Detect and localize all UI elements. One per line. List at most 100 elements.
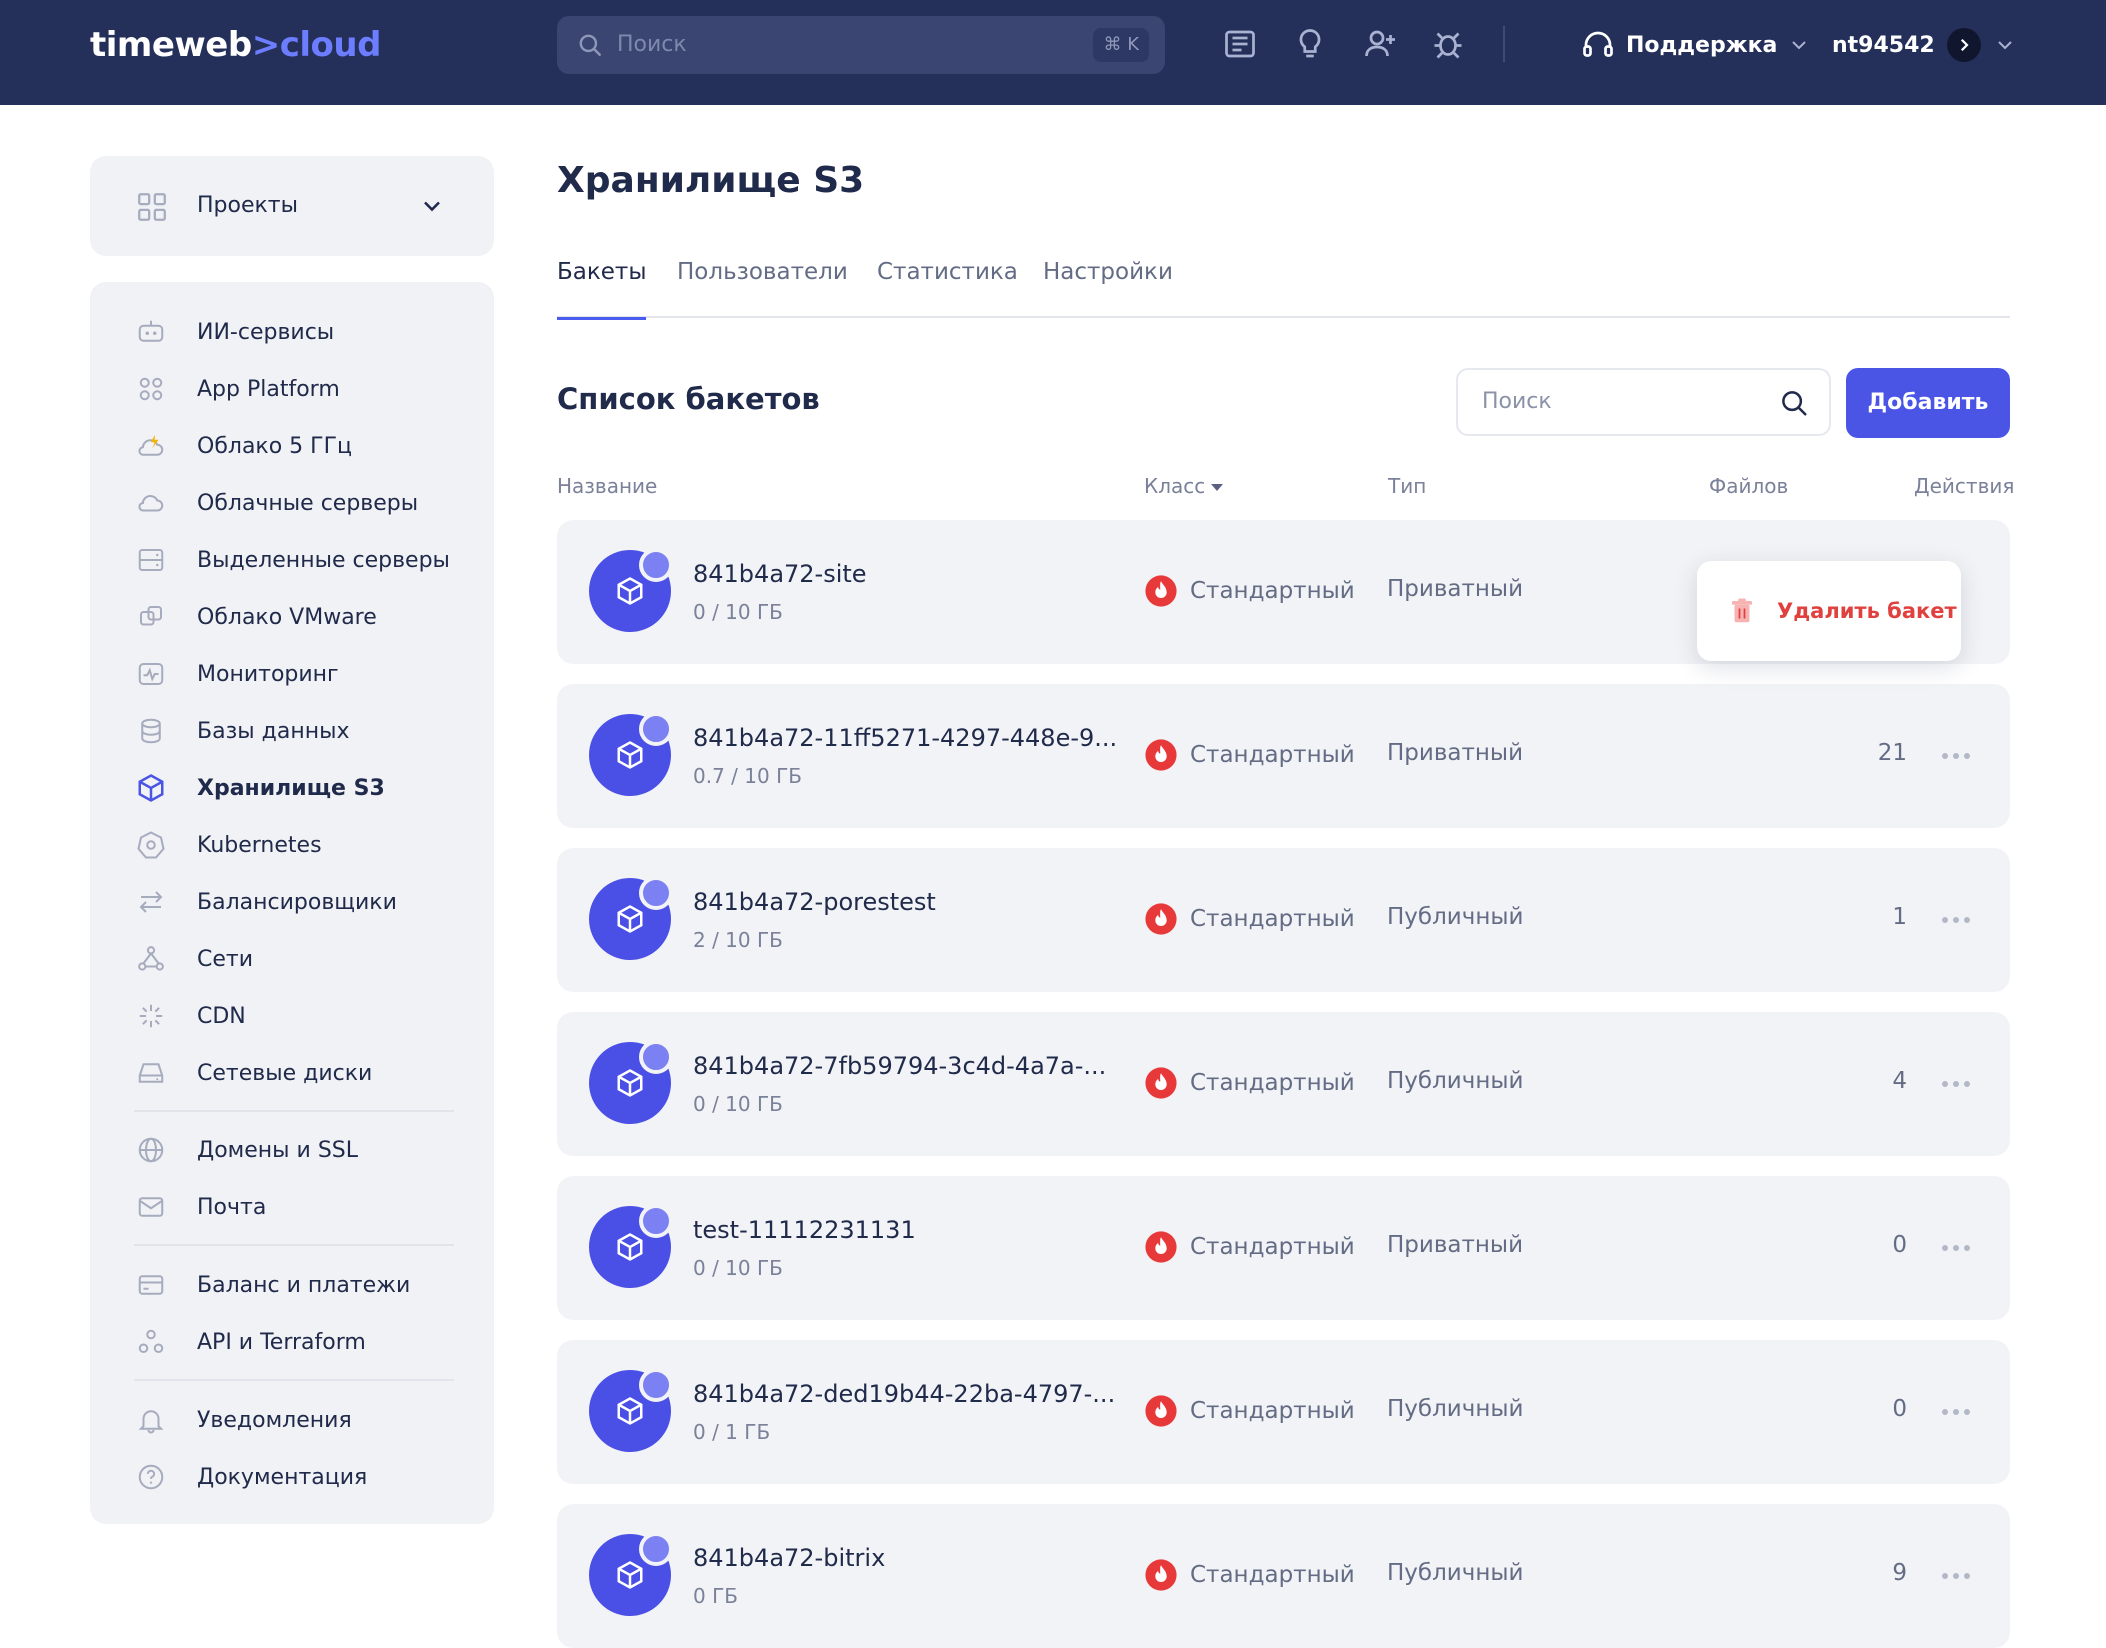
projects-dropdown[interactable]: Проекты [90, 156, 494, 256]
fire-icon [1144, 902, 1178, 936]
column-header-name[interactable]: Название [557, 474, 657, 498]
sidebar-item-label: Облако 5 ГГц [197, 433, 352, 459]
sidebar-item-s3[interactable]: Хранилище S3 [134, 768, 385, 808]
sidebar-item-vmware[interactable]: Облако VMware [134, 597, 377, 637]
more-actions-icon[interactable] [1942, 1074, 1976, 1094]
bucket-row[interactable]: test-11112231131 0 / 10 ГБ Стандартный Прив… [557, 1176, 2010, 1320]
cloud-bolt-icon [134, 429, 168, 463]
column-header-class[interactable]: Класс [1144, 474, 1224, 498]
bucket-name[interactable]: 841b4a72-7fb59794-3c4d-4a7a-... [693, 1052, 1106, 1080]
bucket-size: 0 / 10 ГБ [693, 1256, 783, 1280]
sidebar-item-mail[interactable]: Почта [134, 1187, 266, 1227]
bucket-row[interactable]: 841b4a72-porestest 2 / 10 ГБ Стандартный Пу… [557, 848, 2010, 992]
bucket-search-input[interactable]: Поиск [1456, 368, 1831, 436]
sidebar-item-notifications[interactable]: Уведомления [134, 1400, 352, 1440]
sidebar-item-ai[interactable]: ИИ-сервисы [134, 312, 334, 352]
cube-icon [617, 1233, 643, 1261]
bucket-row[interactable]: 841b4a72-11ff5271-4297-448e-9... 0.7 / 10… [557, 684, 2010, 828]
sidebar-item-label: Почта [197, 1194, 267, 1220]
bucket-name[interactable]: 841b4a72-ded19b44-22ba-4797-... [693, 1380, 1115, 1408]
tab-buckets[interactable]: Бакеты [557, 252, 647, 320]
sidebar-divider [134, 1244, 454, 1246]
cdn-icon [134, 999, 168, 1033]
sidebar-item-networks[interactable]: Сети [134, 939, 253, 979]
bucket-type: Приватный [1387, 1232, 1524, 1258]
chevron-right-icon [1960, 38, 1969, 52]
bucket-row[interactable]: 841b4a72-7fb59794-3c4d-4a7a-... 0 / 10 ГБ… [557, 1012, 2010, 1156]
user-menu[interactable]: nt94542 [1832, 0, 2017, 90]
sidebar-item-monitoring[interactable]: Мониторинг [134, 654, 339, 694]
bucket-name[interactable]: 841b4a72-bitrix [693, 1544, 885, 1572]
sidebar-item-billing[interactable]: Баланс и платежи [134, 1265, 410, 1305]
add-user-icon[interactable] [1362, 26, 1398, 62]
sidebar-item-cdn[interactable]: CDN [134, 996, 246, 1036]
bucket-name[interactable]: 841b4a72-11ff5271-4297-448e-9... [693, 724, 1117, 752]
tab-users[interactable]: Пользователи [677, 252, 848, 318]
bucket-avatar [589, 712, 673, 796]
sidebar-item-label: Выделенные серверы [197, 547, 450, 573]
more-actions-icon[interactable] [1942, 1402, 1976, 1422]
more-actions-icon[interactable] [1942, 1566, 1976, 1586]
fire-icon [1144, 574, 1178, 608]
sidebar-item-api[interactable]: API и Terraform [134, 1322, 366, 1362]
logo[interactable]: timeweb>cloud [90, 20, 381, 70]
bucket-name[interactable]: 841b4a72-porestest [693, 888, 936, 916]
sidebar-item-label: Хранилище S3 [197, 775, 385, 801]
bucket-class: Стандартный [1144, 1066, 1355, 1100]
bucket-actions-menu[interactable]: Удалить бакет [1697, 561, 1961, 661]
sidebar-item-cloud-5ghz[interactable]: Облако 5 ГГц [134, 426, 352, 466]
bucket-name[interactable]: 841b4a72-site [693, 560, 867, 588]
search-placeholder: Поиск [617, 32, 687, 57]
sidebar-item-docs[interactable]: Документация [134, 1457, 367, 1497]
balancer-icon [134, 885, 168, 919]
sidebar-item-kubernetes[interactable]: Kubernetes [134, 825, 322, 865]
username: nt94542 [1832, 32, 1935, 58]
sidebar-item-label: Баланс и платежи [197, 1272, 411, 1298]
sidebar-item-disks[interactable]: Сетевые диски [134, 1053, 372, 1093]
sidebar-item-label: Документация [197, 1464, 368, 1490]
support-menu[interactable]: Поддержка [1580, 0, 1811, 90]
sidebar-item-app-platform[interactable]: App Platform [134, 369, 340, 409]
column-header-type[interactable]: Тип [1388, 474, 1426, 498]
cube-icon [134, 771, 168, 805]
news-icon[interactable] [1222, 26, 1258, 62]
projects-label: Проекты [197, 193, 298, 218]
bug-icon[interactable] [1430, 26, 1466, 62]
sidebar-item-label: App Platform [197, 376, 340, 402]
bucket-name[interactable]: test-11112231131 [693, 1216, 916, 1244]
sidebar-item-domains[interactable]: Домены и SSL [134, 1130, 358, 1170]
globe-icon [134, 1133, 168, 1167]
bucket-class-label: Стандартный [1190, 742, 1355, 768]
sidebar-item-databases[interactable]: Базы данных [134, 711, 350, 751]
bucket-row[interactable]: 841b4a72-bitrix 0 ГБ Стандартный Публичный 9 [557, 1504, 2010, 1648]
bucket-class: Стандартный [1144, 738, 1355, 772]
bucket-row[interactable]: 841b4a72-ded19b44-22ba-4797-... 0 / 1 ГБ С… [557, 1340, 2010, 1484]
tab-statistics[interactable]: Статистика [877, 252, 1018, 318]
global-search-input[interactable]: Поиск ⌘ K [557, 16, 1165, 74]
column-header-files[interactable]: Файлов [1709, 474, 1788, 498]
bucket-class-label: Стандартный [1190, 578, 1355, 604]
more-actions-icon[interactable] [1942, 746, 1976, 766]
lightbulb-icon[interactable] [1292, 26, 1328, 62]
sidebar-item-cloud-servers[interactable]: Облачные серверы [134, 483, 418, 523]
bucket-files-count: 1 [1892, 904, 1907, 930]
delete-bucket-option[interactable]: Удалить бакет [1777, 599, 1957, 623]
sort-caret-icon [1211, 484, 1224, 491]
bucket-avatar [589, 1368, 673, 1452]
sidebar-item-label: ИИ-сервисы [197, 319, 335, 345]
bucket-size: 0 ГБ [693, 1584, 738, 1608]
status-dot [639, 1532, 673, 1566]
tab-settings[interactable]: Настройки [1043, 252, 1173, 318]
fire-icon [1144, 1558, 1178, 1592]
more-actions-icon[interactable] [1942, 910, 1976, 930]
bucket-size: 0 / 10 ГБ [693, 1092, 783, 1116]
user-arrow-button[interactable] [1946, 28, 1981, 62]
column-header-actions: Действия [1914, 474, 2015, 498]
sidebar-item-dedicated[interactable]: Выделенные серверы [134, 540, 450, 580]
more-actions-icon[interactable] [1942, 1238, 1976, 1258]
add-bucket-button[interactable]: Добавить [1846, 368, 2010, 438]
sidebar-item-balancers[interactable]: Балансировщики [134, 882, 397, 922]
chevron-down-icon [1998, 41, 2012, 50]
cube-icon [617, 1397, 643, 1425]
bell-icon [134, 1403, 168, 1437]
